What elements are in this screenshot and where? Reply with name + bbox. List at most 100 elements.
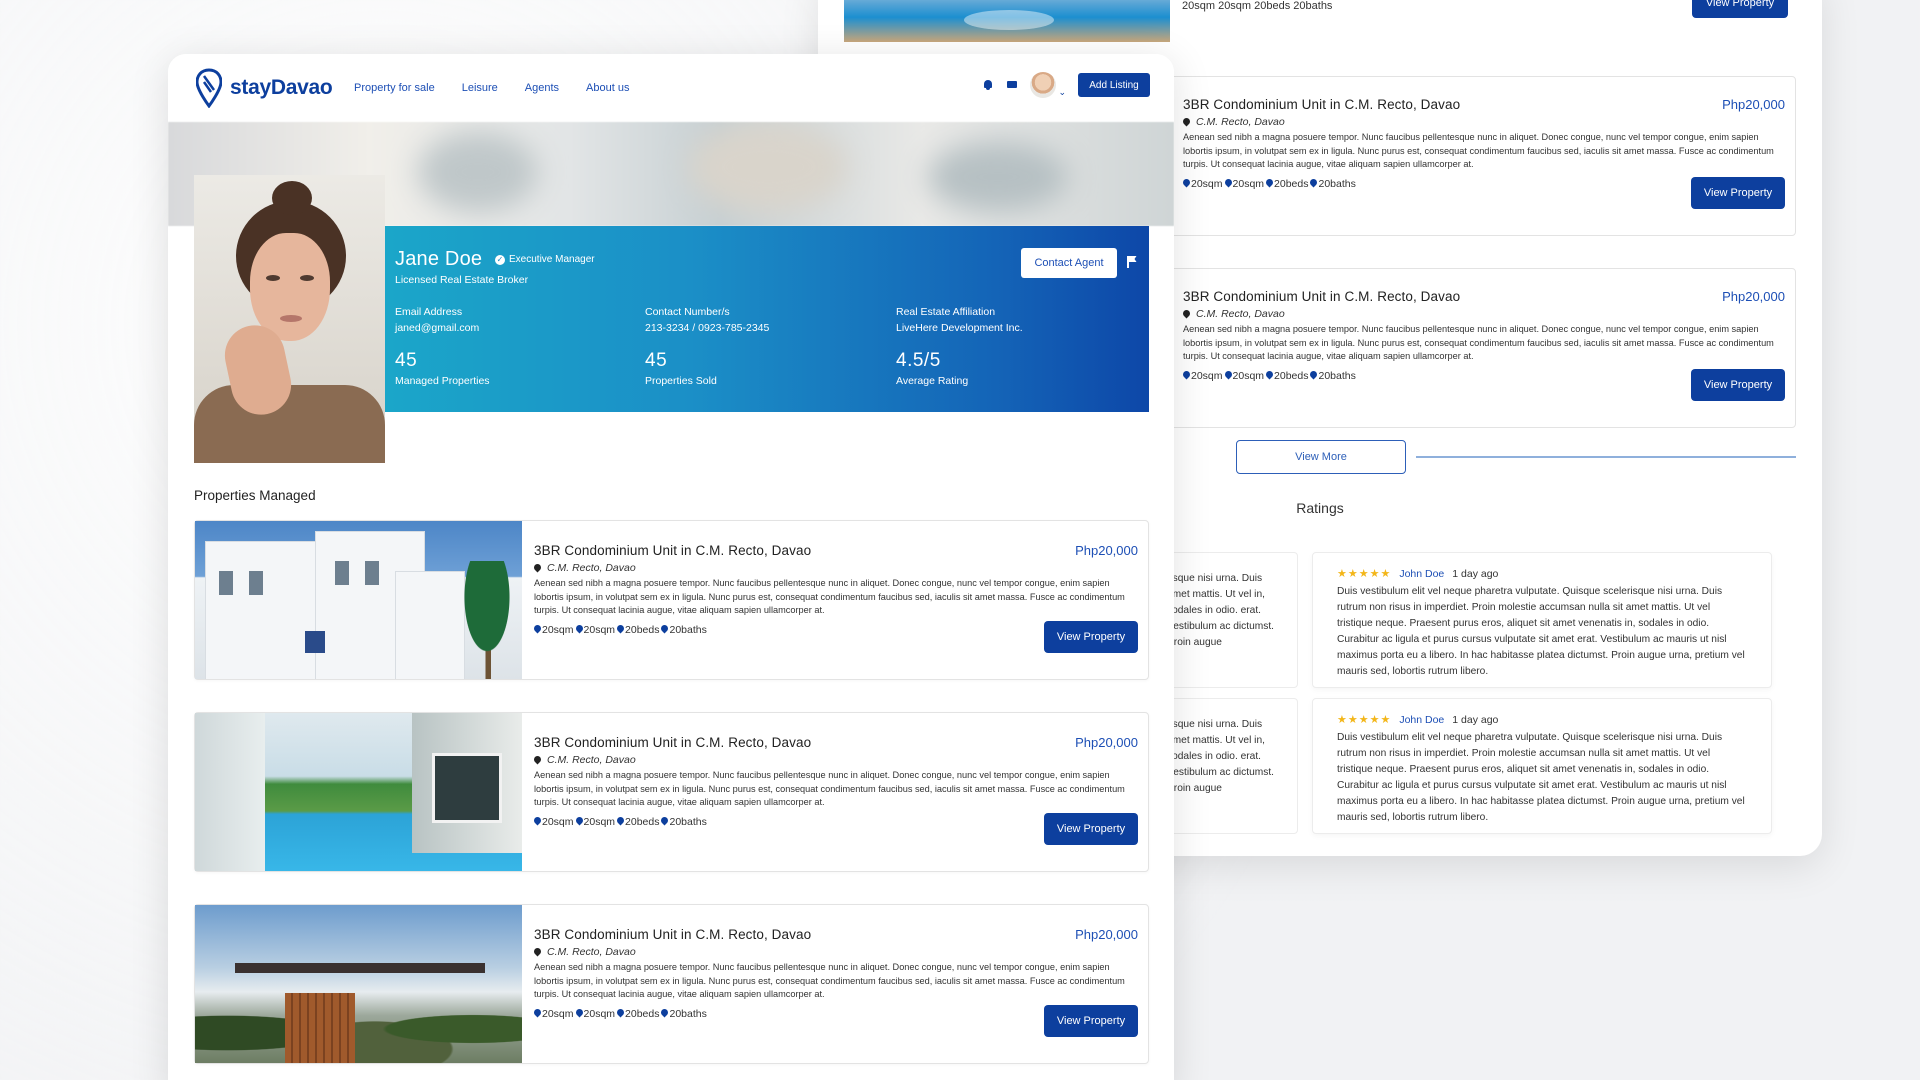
property-card: 3BR Condominium Unit in C.M. Recto, Dava… — [194, 904, 1149, 1064]
section-title: Properties Managed — [194, 488, 316, 503]
area-icon — [534, 1009, 541, 1018]
property-card: 3BR Condominium Unit in C.M. Recto, Dava… — [194, 712, 1149, 872]
property-description: Aenean sed nibh a magna posuere tempor. … — [1183, 324, 1774, 361]
contact-number-field: Contact Number/s 213-3234 / 0923-785-234… — [645, 306, 770, 334]
bath-icon — [1310, 179, 1317, 188]
view-more-button[interactable]: View More — [1236, 440, 1406, 474]
add-listing-button[interactable]: Add Listing — [1078, 73, 1150, 97]
bath-icon — [661, 625, 668, 634]
bed-icon — [1266, 371, 1273, 380]
agent-badge: ✓ Executive Manager — [495, 254, 595, 265]
divider — [1416, 456, 1796, 458]
review-time: 1 day ago — [1452, 713, 1499, 726]
property-title[interactable]: 3BR Condominium Unit in C.M. Recto, Dava… — [534, 927, 1138, 942]
review-text: Duis vestibulum elit vel neque pharetra … — [1337, 586, 1745, 677]
bell-icon[interactable] — [982, 79, 994, 91]
contact-agent-button[interactable]: Contact Agent — [1021, 248, 1117, 278]
chevron-down-icon[interactable]: ⌄ — [1058, 87, 1066, 98]
view-property-button[interactable]: View Property — [1044, 621, 1138, 653]
review-card: risque nisi urna. Duis amet mattis. Ut v… — [1158, 552, 1298, 688]
review-card: ★★★★★ John Doe 1 day ago Duis vestibulum… — [1312, 552, 1772, 688]
property-title[interactable]: 3BR Condominium Unit in C.M. Recto, Dava… — [1183, 97, 1785, 112]
mail-icon[interactable] — [1006, 79, 1018, 91]
property-price: Php20,000 — [1722, 289, 1785, 304]
area-icon — [576, 1009, 583, 1018]
logo-pin-icon — [196, 68, 222, 108]
bed-icon — [617, 625, 624, 634]
location-pin-icon — [1183, 118, 1190, 127]
area-icon — [534, 817, 541, 826]
review-text: risque nisi urna. Duis amet mattis. Ut v… — [1167, 719, 1275, 794]
agent-profile-page: stayDavao Property for sale Leisure Agen… — [168, 54, 1174, 1080]
property-card: 3BR Condominium Unit in C.M. Recto, Dava… — [194, 520, 1149, 680]
avatar[interactable] — [1030, 72, 1057, 98]
location-pin-icon — [534, 756, 541, 765]
location-pin-icon — [534, 948, 541, 957]
report-flag-icon[interactable] — [1127, 256, 1137, 268]
location-pin-icon — [534, 564, 541, 573]
bath-icon — [661, 817, 668, 826]
view-property-button[interactable]: View Property — [1691, 369, 1785, 401]
property-location: C.M. Recto, Davao — [534, 754, 1138, 766]
nav-property-for-sale[interactable]: Property for sale — [354, 82, 435, 94]
logo-text-davao: Davao — [270, 76, 333, 99]
view-property-button[interactable]: View Property — [1692, 0, 1788, 18]
review-time: 1 day ago — [1452, 567, 1499, 580]
area-icon — [1183, 371, 1190, 380]
nav-leisure[interactable]: Leisure — [462, 82, 498, 94]
bed-icon — [617, 1009, 624, 1018]
property-description: Aenean sed nibh a magna posuere tempor. … — [534, 770, 1125, 807]
agent-role: Licensed Real Estate Broker — [395, 274, 529, 286]
view-property-button[interactable]: View Property — [1044, 1005, 1138, 1037]
stat-managed-properties: 45 Managed Properties — [395, 350, 490, 387]
agent-name: Jane Doe — [395, 248, 483, 270]
property-description: Aenean sed nibh a magna posuere tempor. … — [534, 578, 1125, 615]
email-field: Email Address janed@gmail.com — [395, 306, 480, 334]
stat-properties-sold: 45 Properties Sold — [645, 350, 717, 387]
property-thumbnail[interactable] — [195, 521, 522, 679]
review-card: risque nisi urna. Duis amet mattis. Ut v… — [1158, 698, 1298, 834]
stat-average-rating: 4.5/5 Average Rating — [896, 350, 969, 387]
area-icon — [1225, 179, 1232, 188]
property-thumbnail[interactable] — [195, 713, 522, 871]
property-location: C.M. Recto, Davao — [1183, 308, 1785, 320]
bath-icon — [661, 1009, 668, 1018]
top-navbar: stayDavao Property for sale Leisure Agen… — [168, 54, 1174, 122]
nav-agents[interactable]: Agents — [525, 82, 559, 94]
property-price: Php20,000 — [1075, 735, 1138, 750]
property-description: Aenean sed nibh a magna posuere tempor. … — [1183, 132, 1774, 169]
logo-text-stay: stay — [230, 76, 271, 99]
property-thumbnail[interactable] — [844, 0, 1170, 42]
verified-check-icon: ✓ — [495, 254, 505, 265]
property-location: C.M. Recto, Davao — [534, 946, 1138, 958]
review-author[interactable]: John Doe — [1399, 568, 1444, 580]
bed-icon — [1266, 179, 1273, 188]
view-property-button[interactable]: View Property — [1044, 813, 1138, 845]
property-title[interactable]: 3BR Condominium Unit in C.M. Recto, Dava… — [534, 735, 1138, 750]
location-pin-icon — [1183, 310, 1190, 319]
property-price: Php20,000 — [1722, 97, 1785, 112]
review-author[interactable]: John Doe — [1399, 714, 1444, 726]
agent-photo — [194, 175, 385, 463]
area-icon — [1183, 179, 1190, 188]
property-location: C.M. Recto, Davao — [534, 562, 1138, 574]
bath-icon — [1310, 371, 1317, 380]
property-thumbnail[interactable] — [195, 905, 522, 1063]
affiliation-field: Real Estate Affiliation LiveHere Develop… — [896, 306, 1023, 334]
rating-stars-icon: ★★★★★ — [1337, 714, 1392, 726]
review-text: Duis vestibulum elit vel neque pharetra … — [1337, 732, 1745, 823]
nav-about-us[interactable]: About us — [586, 82, 629, 94]
logo[interactable]: stayDavao — [196, 68, 333, 108]
agent-profile-card: Jane Doe ✓ Executive Manager Licensed Re… — [385, 226, 1149, 412]
area-icon — [1225, 371, 1232, 380]
area-icon — [534, 625, 541, 634]
property-title[interactable]: 3BR Condominium Unit in C.M. Recto, Dava… — [1183, 289, 1785, 304]
view-property-button[interactable]: View Property — [1691, 177, 1785, 209]
rating-stars-icon: ★★★★★ — [1337, 568, 1392, 580]
property-title[interactable]: 3BR Condominium Unit in C.M. Recto, Dava… — [534, 543, 1138, 558]
property-price: Php20,000 — [1075, 543, 1138, 558]
property-location: C.M. Recto, Davao — [1183, 116, 1785, 128]
review-card: ★★★★★ John Doe 1 day ago Duis vestibulum… — [1312, 698, 1772, 834]
property-price: Php20,000 — [1075, 927, 1138, 942]
review-text: risque nisi urna. Duis amet mattis. Ut v… — [1167, 573, 1275, 648]
